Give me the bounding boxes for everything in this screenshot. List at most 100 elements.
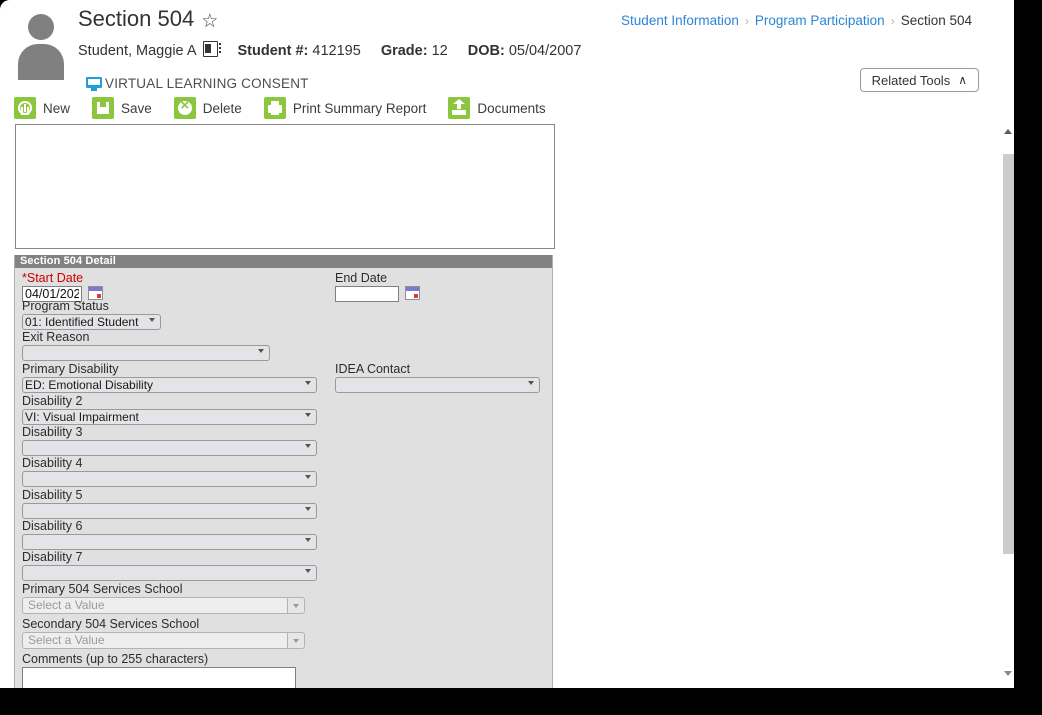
student-number-label: Student #: <box>237 43 309 59</box>
virtual-learning-consent-flag[interactable]: VIRTUAL LEARNING CONSENT <box>86 74 309 91</box>
disability-5-field: Disability 5 <box>22 489 317 519</box>
student-avatar-icon <box>14 10 67 80</box>
secondary-504-services-school-field: Secondary 504 Services School Select a V… <box>22 618 305 649</box>
disability-4-field: Disability 4 <box>22 457 317 487</box>
breadcrumb-item-student-information[interactable]: Student Information <box>621 13 739 28</box>
primary-504-services-school-label: Primary 504 Services School <box>22 582 183 596</box>
disability-7-field: Disability 7 <box>22 551 317 581</box>
new-button[interactable]: New <box>14 97 71 120</box>
printer-icon <box>263 97 286 120</box>
primary-disability-label: Primary Disability <box>22 362 119 376</box>
grade-value: 12 <box>431 43 448 59</box>
idea-contact-field: IDEA Contact <box>335 363 540 393</box>
disability-2-select[interactable]: VI: Visual Impairment <box>22 409 317 425</box>
grade-label: Grade: <box>380 43 428 59</box>
disability-5-select[interactable] <box>22 503 317 519</box>
print-summary-report-label: Print Summary Report <box>292 101 427 116</box>
page-title: Section 504 ☆ <box>78 6 218 32</box>
student-number-value: 412195 <box>312 43 361 59</box>
disability-6-field: Disability 6 <box>22 520 317 550</box>
breadcrumb-item-program-participation[interactable]: Program Participation <box>755 13 885 28</box>
upload-documents-icon <box>448 97 471 120</box>
student-number-group: Student #: 412195 <box>238 43 361 59</box>
start-date-label: *Start Date <box>22 271 84 285</box>
disability-4-select[interactable] <box>22 471 317 487</box>
student-name: Student, Maggie A <box>78 43 197 59</box>
calendar-icon[interactable] <box>405 286 421 300</box>
dob-group: DOB: 05/04/2007 <box>468 43 582 59</box>
program-status-select[interactable]: 01: Identified Student <box>22 314 161 330</box>
records-grid[interactable] <box>15 124 555 249</box>
end-date-field: End Date <box>335 271 421 304</box>
vertical-scrollbar[interactable] <box>1002 124 1014 688</box>
documents-button-label: Documents <box>477 101 546 116</box>
new-button-label: New <box>43 101 71 116</box>
avatar-body <box>18 44 64 80</box>
scrollbar-thumb[interactable] <box>1003 154 1014 554</box>
comments-label: Comments (up to 255 characters) <box>22 652 209 666</box>
disability-5-label: Disability 5 <box>22 488 83 502</box>
breadcrumb: Student Information › Program Participatio… <box>621 13 972 28</box>
exit-reason-select[interactable] <box>22 345 270 361</box>
print-summary-report-button[interactable]: Print Summary Report <box>263 97 427 120</box>
related-tools-label: Related Tools <box>871 73 951 88</box>
primary-disability-field: Primary Disability ED: Emotional Disabil… <box>22 363 317 393</box>
dob-value: 05/04/2007 <box>508 43 582 59</box>
program-status-field: Program Status 01: Identified Student <box>22 300 161 330</box>
disability-2-field: Disability 2 VI: Visual Impairment <box>22 395 317 425</box>
disability-3-field: Disability 3 <box>22 426 317 456</box>
disability-7-label: Disability 7 <box>22 550 83 564</box>
avatar-head <box>28 14 54 40</box>
comments-field: Comments (up to 255 characters) <box>22 653 296 688</box>
documents-button[interactable]: Documents <box>448 97 546 120</box>
section-504-detail-panel: Section 504 Detail *Start Date End Date <box>14 255 553 688</box>
secondary-504-services-school-input[interactable]: Select a Value <box>22 632 287 649</box>
section-504-detail-title: Section 504 Detail <box>15 255 552 268</box>
calendar-icon[interactable] <box>88 286 104 300</box>
delete-button-label: Delete <box>202 101 242 116</box>
exit-reason-label: Exit Reason <box>22 330 90 344</box>
scroll-down-arrow-icon[interactable] <box>1002 666 1014 680</box>
primary-504-services-school-combo[interactable]: Select a Value <box>22 597 305 614</box>
disability-7-select[interactable] <box>22 565 317 581</box>
contact-card-icon[interactable] <box>202 41 221 57</box>
end-date-label: End Date <box>335 271 388 285</box>
plus-circle-icon <box>14 97 36 120</box>
disability-2-label: Disability 2 <box>22 394 83 408</box>
secondary-504-services-school-label: Secondary 504 Services School <box>22 617 200 631</box>
monitor-icon <box>86 77 102 91</box>
grade-group: Grade: 12 <box>381 43 448 59</box>
secondary-504-services-school-combo[interactable]: Select a Value <box>22 632 305 649</box>
disability-4-label: Disability 4 <box>22 456 83 470</box>
breadcrumb-separator-icon: › <box>890 14 895 28</box>
x-circle-icon <box>173 95 196 120</box>
exit-reason-field: Exit Reason <box>22 331 270 361</box>
action-toolbar: New Save Delete Print Summary Report Documen… <box>14 95 568 122</box>
virtual-learning-consent-label: VIRTUAL LEARNING CONSENT <box>105 76 309 91</box>
favorite-star-icon[interactable]: ☆ <box>201 12 218 31</box>
related-tools-button[interactable]: Related Tools ∧ <box>859 68 979 92</box>
save-button-label: Save <box>121 101 152 116</box>
primary-504-services-school-field: Primary 504 Services School Select a Val… <box>22 583 305 614</box>
disability-3-select[interactable] <box>22 440 317 456</box>
page-header: Section 504 ☆ Student, Maggie A Student #:… <box>0 0 1014 96</box>
floppy-disk-icon <box>92 97 115 120</box>
breadcrumb-item-section-504: Section 504 <box>900 13 972 28</box>
disability-6-select[interactable] <box>22 534 317 550</box>
scrollable-content: Section 504 Detail *Start Date End Date <box>0 124 1002 688</box>
end-date-input[interactable] <box>335 286 399 302</box>
primary-disability-select[interactable]: ED: Emotional Disability <box>22 377 317 393</box>
program-status-label: Program Status <box>22 299 109 313</box>
application-viewport: Section 504 ☆ Student, Maggie A Student #:… <box>0 0 1014 688</box>
chevron-up-icon: ∧ <box>958 73 967 87</box>
disability-6-label: Disability 6 <box>22 519 83 533</box>
secondary-504-services-school-dropdown-button[interactable] <box>287 632 305 649</box>
idea-contact-select[interactable] <box>335 377 540 393</box>
scroll-up-arrow-icon[interactable] <box>1002 124 1014 138</box>
primary-504-services-school-dropdown-button[interactable] <box>287 597 305 614</box>
delete-button[interactable]: Delete <box>173 95 242 120</box>
comments-textarea[interactable] <box>22 667 296 688</box>
student-summary: Student, Maggie A Student #: 412195 Grade:… <box>78 39 581 59</box>
save-button[interactable]: Save <box>92 97 152 120</box>
primary-504-services-school-input[interactable]: Select a Value <box>22 597 287 614</box>
